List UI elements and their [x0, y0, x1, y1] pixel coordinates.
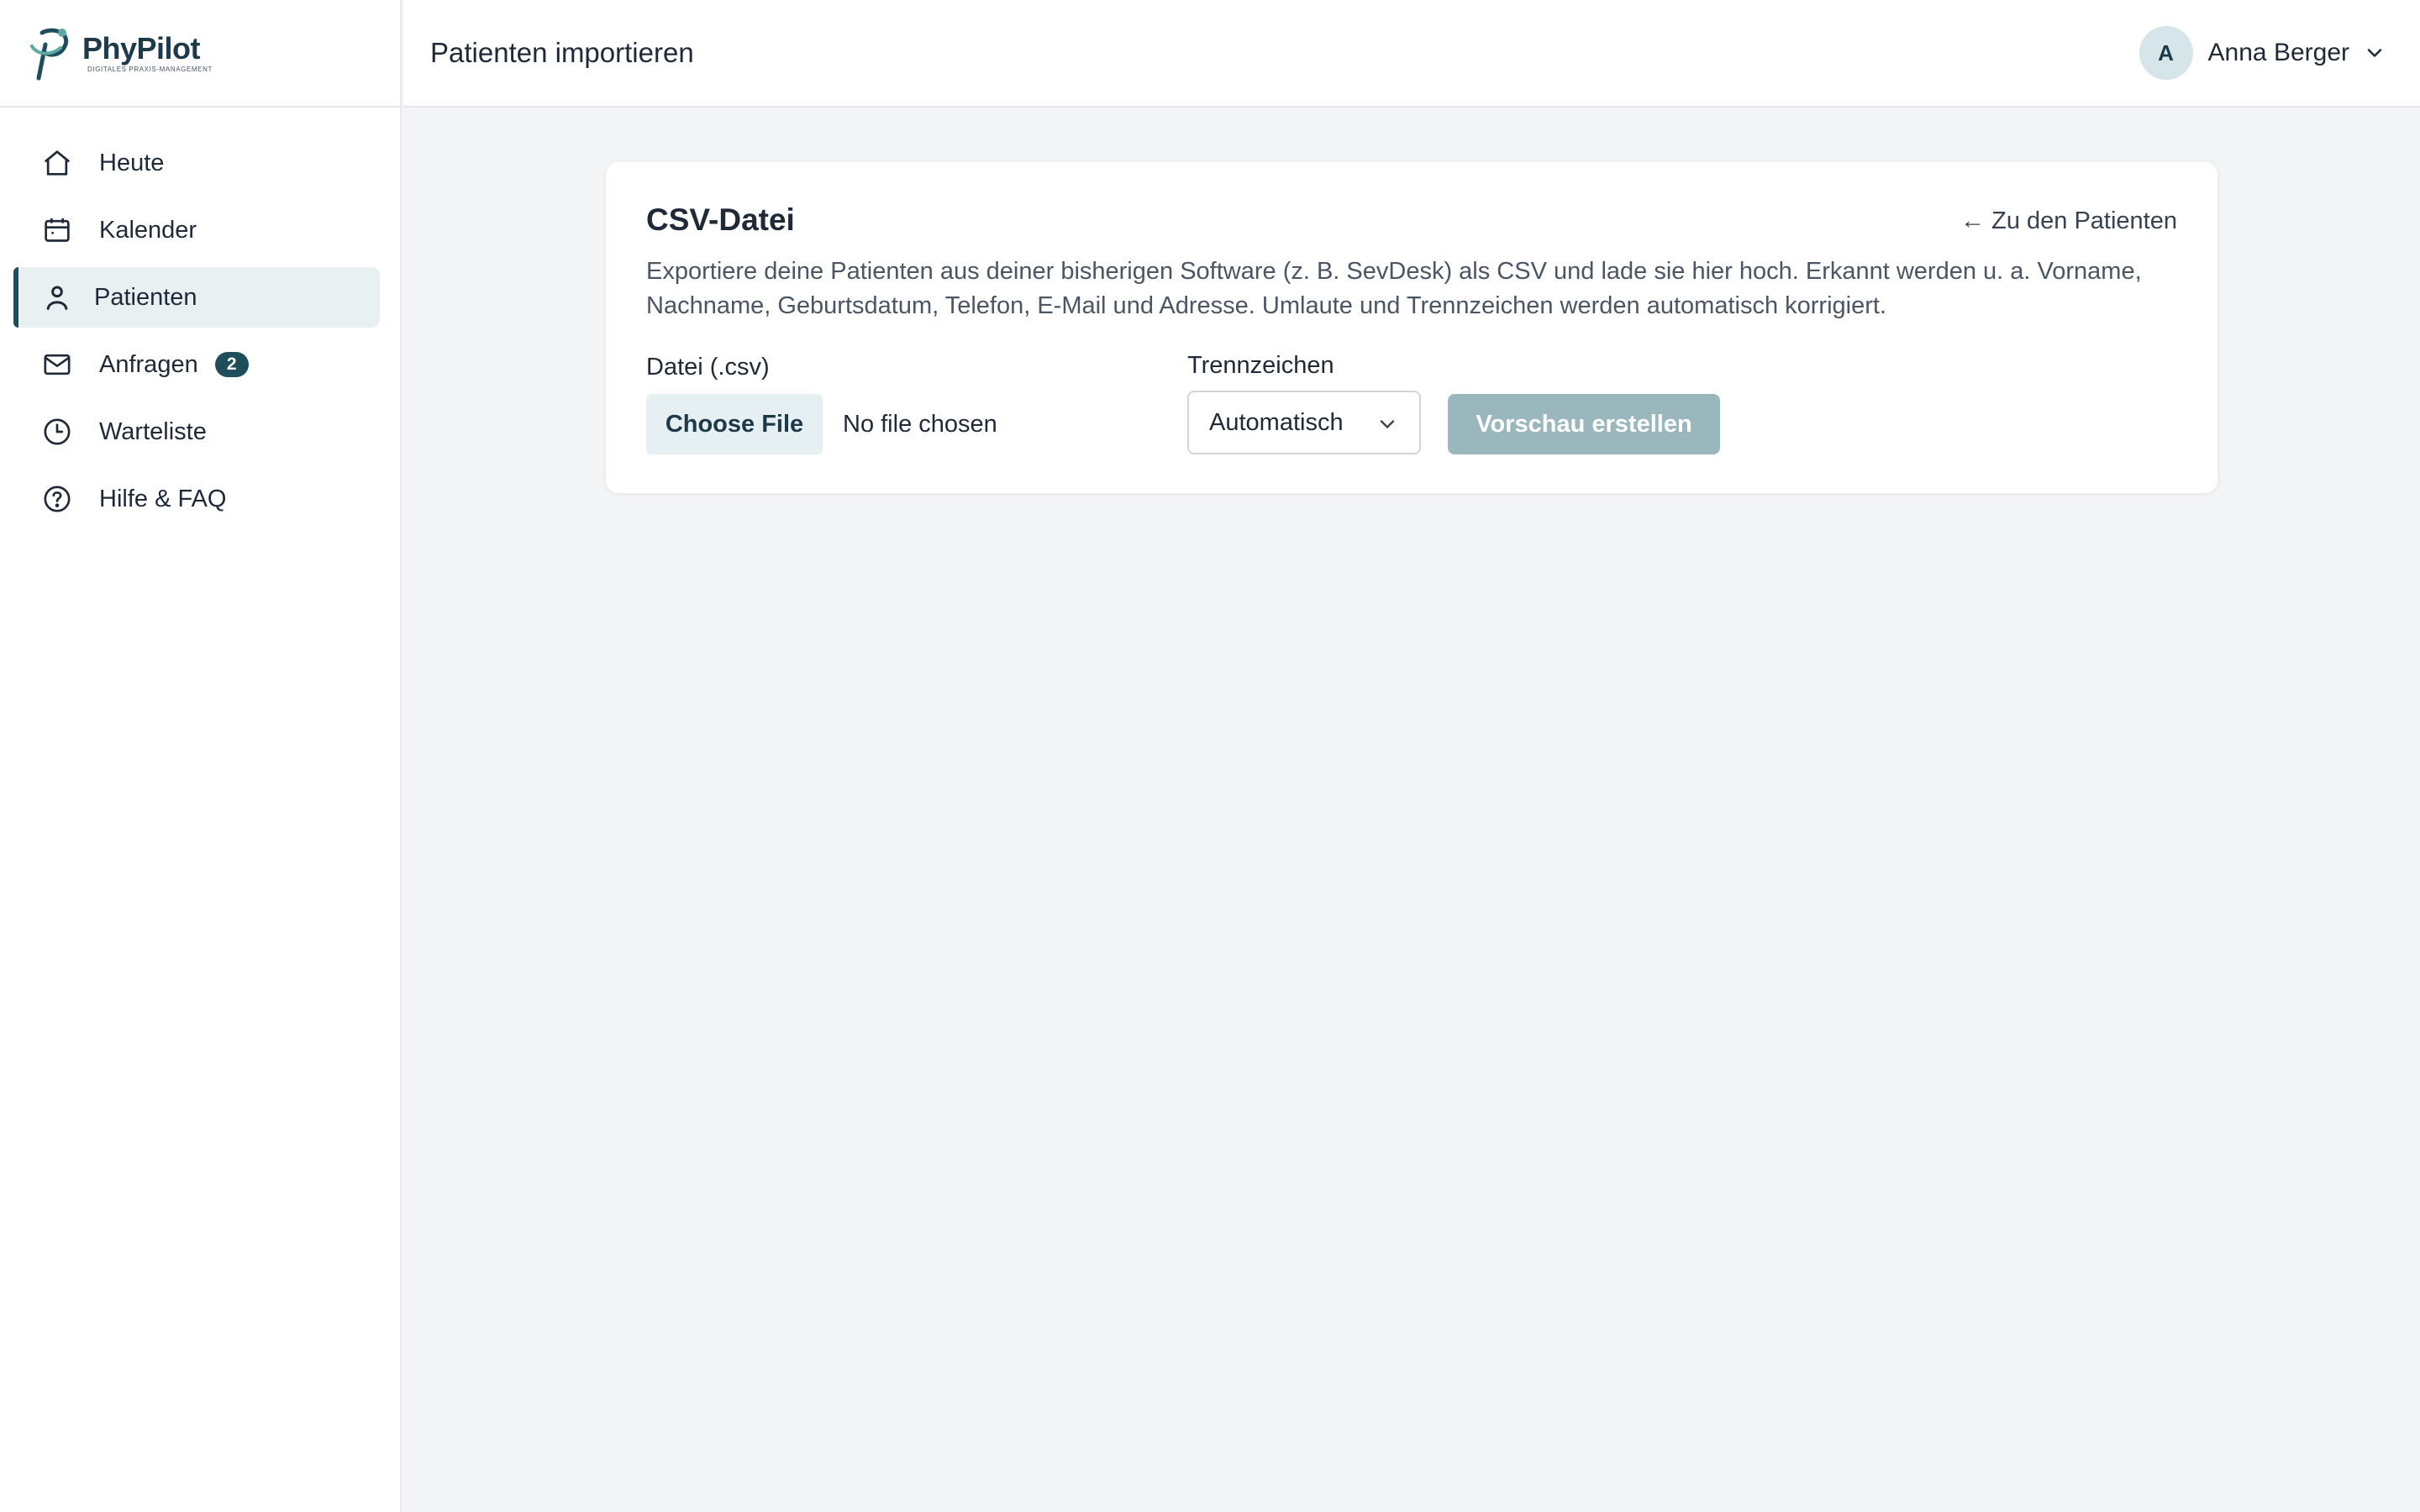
sidebar-item-label: Warteliste	[99, 417, 207, 445]
csv-import-card: CSV-Datei ← Zu den Patienten Exportiere …	[605, 161, 2218, 494]
mail-icon	[44, 354, 71, 375]
logo[interactable]: PhyPilot DIGITALES PRAXIS-MANAGEMENT	[25, 23, 213, 83]
card-description: Exportiere deine Patienten aus deiner bi…	[646, 258, 2142, 319]
sidebar-item-warteliste[interactable]: Warteliste	[13, 402, 380, 462]
app: PhyPilot DIGITALES PRAXIS-MANAGEMENT Heu…	[0, 0, 2420, 1512]
separator-select-value: Automatisch	[1209, 408, 1344, 436]
user-name: Anna Berger	[2207, 39, 2349, 66]
calendar-icon	[45, 218, 70, 242]
chevron-down-icon	[1380, 420, 1395, 428]
sidebar-item-label: Heute	[99, 149, 165, 176]
sidebar-nav: Heute Kalender Patienten Anfragen 2 Wart…	[0, 108, 400, 529]
user-menu[interactable]: A Anna Berger	[2139, 26, 2386, 80]
sidebar-item-label: Kalender	[99, 216, 197, 244]
top-header: Patienten importieren A Anna Berger	[403, 0, 2420, 108]
logo-mark-icon	[30, 28, 68, 81]
sidebar-item-heute[interactable]: Heute	[13, 133, 380, 193]
page-title: Patienten importieren	[430, 37, 694, 68]
clock-icon	[44, 418, 71, 445]
chevron-down-icon	[2367, 49, 2382, 57]
sidebar-item-patienten[interactable]: Patienten	[13, 267, 380, 328]
sidebar-item-label: Patienten	[94, 283, 197, 311]
sidebar: PhyPilot DIGITALES PRAXIS-MANAGEMENT Heu…	[0, 0, 402, 1512]
logo-text: PhyPilot DIGITALES PRAXIS-MANAGEMENT	[82, 32, 213, 74]
sidebar-item-hilfe[interactable]: Hilfe & FAQ	[13, 469, 380, 529]
choose-file-button[interactable]: Choose File	[646, 394, 823, 454]
file-status-text: No file chosen	[843, 411, 997, 438]
home-icon	[44, 150, 71, 176]
back-to-patients-link[interactable]: ← Zu den Patienten	[1960, 207, 2177, 235]
separator-field-label: Trennzeichen	[1187, 352, 1334, 379]
sidebar-item-label: Anfragen	[99, 350, 198, 378]
sidebar-item-kalender[interactable]: Kalender	[13, 200, 380, 260]
sidebar-item-label: Hilfe & FAQ	[99, 485, 227, 512]
create-preview-button[interactable]: Vorschau erstellen	[1448, 394, 1720, 454]
brand-tagline: DIGITALES PRAXIS-MANAGEMENT	[87, 66, 213, 73]
person-icon	[46, 286, 68, 310]
file-field-label: Datei (.csv)	[646, 354, 770, 381]
card-title: CSV-Datei	[646, 202, 795, 237]
brand-name: PhyPilot	[82, 31, 201, 66]
help-circle-icon	[44, 486, 71, 512]
logo-area: PhyPilot DIGITALES PRAXIS-MANAGEMENT	[0, 0, 400, 108]
count-badge: 2	[214, 352, 249, 377]
separator-select[interactable]: Automatisch	[1187, 391, 1421, 454]
avatar: A	[2139, 26, 2193, 80]
sidebar-item-anfragen[interactable]: Anfragen 2	[13, 334, 380, 395]
